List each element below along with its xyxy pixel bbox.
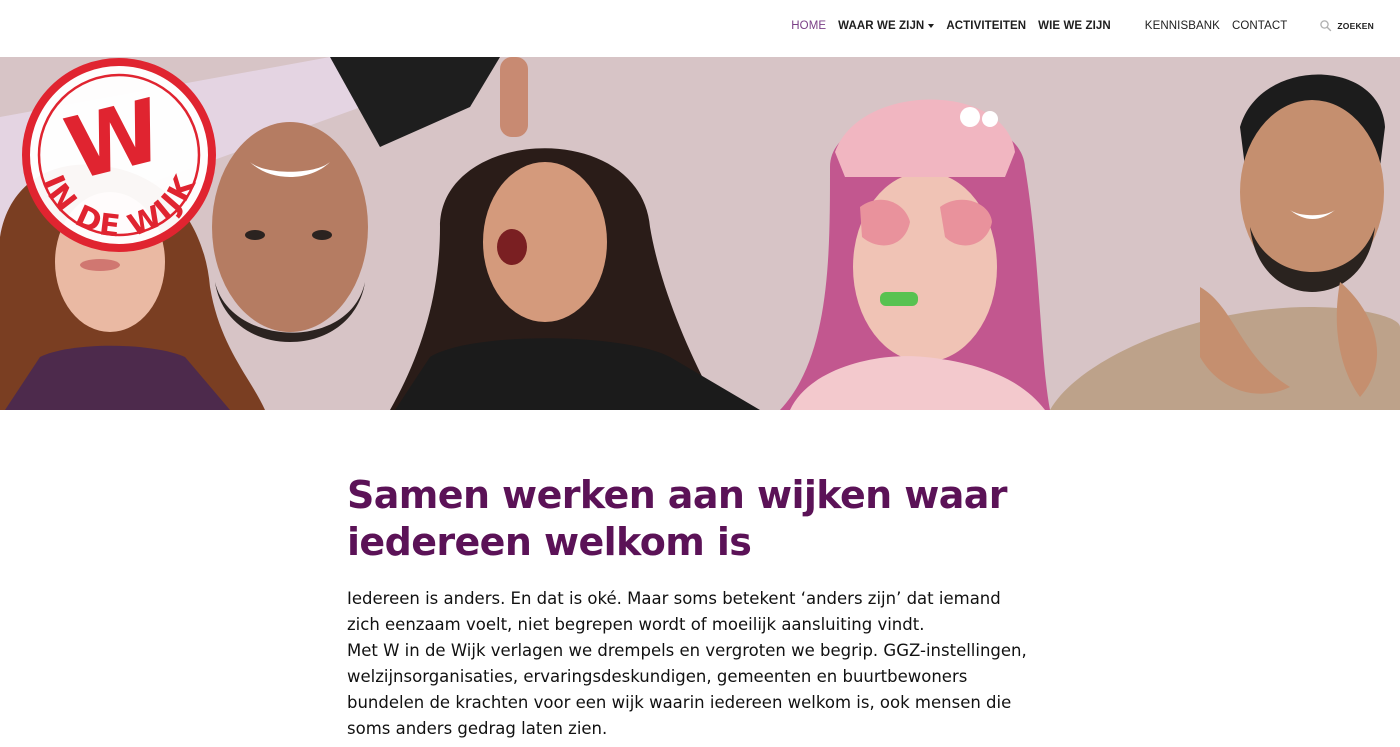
site-header: HOME WAAR WE ZIJN ACTIVITEITEN WIE WE ZI… — [0, 0, 1400, 57]
hero-banner: W IN DE WIJK — [0, 57, 1400, 410]
nav-wie-we-zijn[interactable]: WIE WE ZIJN — [1032, 20, 1117, 32]
page-title-line-1: Samen werken aan wijken waar — [347, 473, 1008, 517]
main-navigation: HOME WAAR WE ZIJN ACTIVITEITEN WIE WE ZI… — [785, 0, 1380, 52]
search-button[interactable]: ZOEKEN — [1313, 19, 1380, 33]
intro-line: soms anders gedrag laten zien. — [347, 719, 608, 738]
main-content: Samen werken aan wijken waar iedereen we… — [347, 472, 1067, 742]
intro-line: Iedereen is anders. En dat is oké. Maar … — [347, 589, 1001, 608]
nav-waar-we-zijn[interactable]: WAAR WE ZIJN — [832, 20, 940, 32]
page-title-line-2: iedereen welkom is — [347, 520, 752, 564]
intro-line: Met W in de Wijk verlagen we drempels en… — [347, 641, 1027, 660]
nav-contact[interactable]: CONTACT — [1226, 20, 1293, 32]
search-icon — [1320, 20, 1332, 32]
search-label: ZOEKEN — [1337, 21, 1374, 31]
intro-line: zich eenzaam voelt, niet begrepen wordt … — [347, 615, 925, 634]
intro-text: Iedereen is anders. En dat is oké. Maar … — [347, 586, 1067, 742]
nav-waar-we-zijn-label: WAAR WE ZIJN — [838, 20, 925, 32]
intro-line: welzijnsorganisaties, ervaringsdeskundig… — [347, 667, 968, 686]
nav-kennisbank[interactable]: KENNISBANK — [1139, 20, 1226, 32]
intro-line: bundelen de krachten voor een wijk waari… — [347, 693, 1012, 712]
nav-activiteiten[interactable]: ACTIVITEITEN — [940, 20, 1032, 32]
page-title: Samen werken aan wijken waar iedereen we… — [347, 472, 1067, 566]
intro-paragraph-1: Iedereen is anders. En dat is oké. Maar … — [347, 586, 1067, 638]
nav-home[interactable]: HOME — [785, 20, 832, 32]
intro-paragraph-2: Met W in de Wijk verlagen we drempels en… — [347, 638, 1067, 742]
chevron-down-icon — [928, 24, 935, 28]
w-in-de-wijk-logo[interactable]: W IN DE WIJK — [12, 57, 226, 253]
